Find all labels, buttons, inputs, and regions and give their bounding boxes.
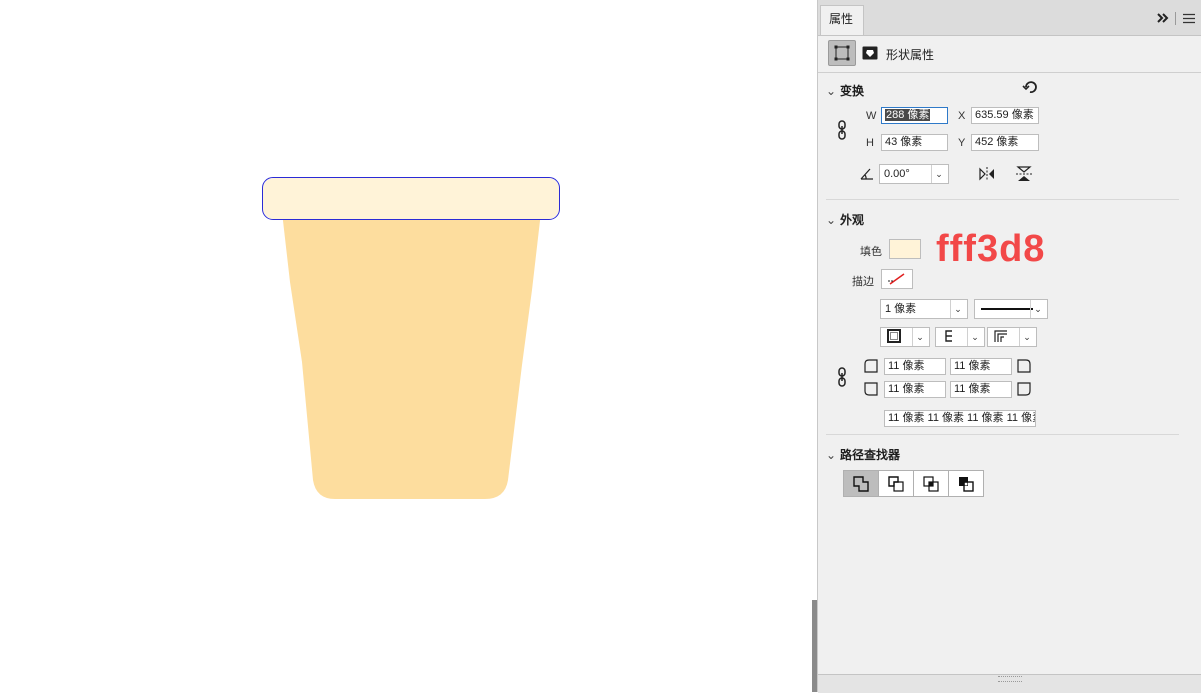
hex-color-annotation: fff3d8 xyxy=(936,228,1046,270)
corner-top-left-icon xyxy=(864,359,878,373)
corner-radius-top-left-input[interactable]: 11 像素 xyxy=(884,358,946,375)
pathfinder-buttons xyxy=(843,470,987,497)
x-label: X xyxy=(958,110,966,122)
fill-label: 填色 xyxy=(860,246,882,258)
chevron-down-icon: ⌄ xyxy=(1030,300,1045,318)
hamburger-menu-icon[interactable] xyxy=(1182,13,1196,24)
corner-bottom-left-icon xyxy=(864,382,878,396)
no-stroke-icon xyxy=(888,273,905,285)
corner-radius-bottom-left-input[interactable]: 11 像素 xyxy=(884,381,946,398)
corner-type-dropdown[interactable]: ⌄ xyxy=(987,327,1037,347)
rotation-angle-value: 0.00° xyxy=(884,168,910,180)
section-appearance-header[interactable]: ⌄ 外观 xyxy=(826,211,864,228)
width-value: 288 像素 xyxy=(885,109,931,121)
rotation-angle-dropdown[interactable]: 0.00° ⌄ xyxy=(879,164,949,184)
stroke-color-swatch[interactable] xyxy=(881,269,913,289)
panel-tab-bar: 属性 xyxy=(818,0,1201,36)
toolbar-divider xyxy=(1175,12,1176,25)
corner-bottom-right-icon xyxy=(1017,382,1031,396)
intersect-icon xyxy=(923,475,939,492)
cap-type-dropdown[interactable]: ⌄ xyxy=(935,327,985,347)
stroke-width-value: 1 像素 xyxy=(885,303,917,315)
stroke-align-dropdown[interactable]: ⌄ xyxy=(880,327,930,347)
shape-properties-button[interactable] xyxy=(828,40,856,66)
chevron-down-icon: ⌄ xyxy=(967,328,982,346)
stroke-align-icon xyxy=(887,329,901,343)
chevron-down-icon: ⌄ xyxy=(826,213,837,227)
x-input[interactable]: 635.59 像素 xyxy=(971,107,1039,124)
corner-radius-all-input[interactable]: 11 像素 11 像素 11 像素 11 像素 xyxy=(884,410,1036,427)
link-proportions-icon[interactable] xyxy=(836,120,848,140)
y-label: Y xyxy=(958,137,966,149)
y-input[interactable]: 452 像素 xyxy=(971,134,1039,151)
stroke-label: 描边 xyxy=(852,276,874,288)
line-cap-icon xyxy=(945,330,952,342)
cup-body-shape[interactable] xyxy=(0,0,812,692)
chevron-down-icon: ⌄ xyxy=(950,300,965,318)
flip-vertical-icon[interactable] xyxy=(1015,165,1033,183)
corner-top-right-icon xyxy=(1017,359,1031,373)
panel-title: 形状属性 xyxy=(886,48,935,62)
corner-radius-bottom-right-input[interactable]: 11 像素 xyxy=(950,381,1012,398)
double-chevron-right-icon[interactable] xyxy=(1156,12,1170,24)
exclude-button[interactable] xyxy=(948,470,984,497)
mask-icon[interactable] xyxy=(862,46,878,60)
flip-horizontal-icon[interactable] xyxy=(978,166,996,182)
document-canvas[interactable] xyxy=(0,0,812,692)
section-pathfinder-title: 路径查找器 xyxy=(840,448,901,462)
line-join-icon xyxy=(994,330,1007,342)
section-transform-title: 变换 xyxy=(840,84,865,98)
unite-icon xyxy=(853,475,869,492)
minus-front-button[interactable] xyxy=(878,470,914,497)
chevron-down-icon: ⌄ xyxy=(1019,328,1034,346)
width-label: W xyxy=(866,110,877,122)
divider xyxy=(826,199,1179,200)
chevron-down-icon: ⌄ xyxy=(826,84,837,98)
minus-front-icon xyxy=(888,475,904,492)
stroke-style-dropdown[interactable]: ⌄ xyxy=(974,299,1048,319)
section-appearance-title: 外观 xyxy=(840,213,865,227)
bounding-box-icon xyxy=(834,45,850,61)
selected-rim-rectangle[interactable] xyxy=(262,177,560,220)
solid-line-icon xyxy=(981,308,1033,310)
height-input[interactable]: 43 像素 xyxy=(881,134,948,151)
section-pathfinder-header[interactable]: ⌄ 路径查找器 xyxy=(826,446,900,463)
properties-panel: 属性 形状属性 ⌄ 变换 W 288 像素 X 635.59 像素 H 43 像… xyxy=(817,0,1201,693)
width-input[interactable]: 288 像素 xyxy=(881,107,948,124)
chevron-down-icon: ⌄ xyxy=(826,448,837,462)
angle-icon xyxy=(860,168,873,180)
chevron-down-icon: ⌄ xyxy=(931,165,946,183)
stroke-width-dropdown[interactable]: 1 像素 ⌄ xyxy=(880,299,968,319)
divider xyxy=(818,72,1201,73)
exclude-icon xyxy=(959,476,974,492)
corner-radius-top-right-input[interactable]: 11 像素 xyxy=(950,358,1012,375)
tab-properties[interactable]: 属性 xyxy=(820,5,864,35)
link-corner-radius-icon[interactable] xyxy=(836,367,848,387)
intersect-button[interactable] xyxy=(913,470,949,497)
height-label: H xyxy=(866,137,874,149)
resize-grip[interactable] xyxy=(998,676,1022,682)
reset-transform-icon[interactable] xyxy=(1022,79,1038,95)
chevron-down-icon: ⌄ xyxy=(912,328,927,346)
section-transform-header[interactable]: ⌄ 变换 xyxy=(826,82,864,99)
fill-color-swatch[interactable] xyxy=(889,239,921,259)
unite-button[interactable] xyxy=(843,470,879,497)
divider xyxy=(826,434,1179,435)
